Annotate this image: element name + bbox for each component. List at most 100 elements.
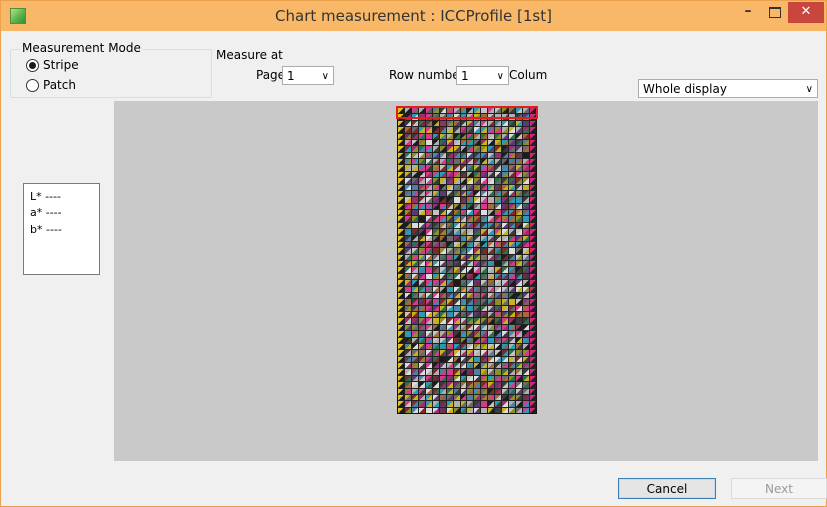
chart-patch [516, 331, 523, 337]
chart-patch [404, 286, 411, 292]
chart-patch [460, 375, 467, 382]
title-bar[interactable]: Chart measurement : ICCProfile [1st] – ✕ [1, 1, 826, 31]
chart-patch [474, 343, 481, 350]
page-select[interactable]: 1 ∨ [282, 66, 334, 85]
chart-patch [474, 394, 481, 401]
chart-patch [495, 356, 502, 362]
chart-patch [509, 159, 516, 165]
chart-patch [439, 375, 446, 382]
chart-patch [488, 210, 495, 216]
chart-patch [432, 312, 439, 318]
display-select[interactable]: Whole display ∨ [638, 79, 818, 98]
chart-patch [453, 152, 460, 158]
row-number-select[interactable]: 1 ∨ [456, 66, 509, 85]
chart-patch [411, 120, 418, 127]
chart-patch [488, 318, 495, 324]
chart-patch [432, 127, 439, 133]
chart-patch [474, 159, 481, 165]
chart-patch [474, 388, 481, 394]
chart-patch [398, 267, 404, 273]
chart-patch [530, 382, 536, 388]
chart-patch [467, 382, 474, 388]
chart-patch [481, 363, 488, 369]
chart-patch [418, 159, 425, 165]
chart-patch [488, 394, 495, 401]
chart-patch [516, 382, 523, 388]
maximize-button[interactable] [761, 2, 787, 23]
chart-patch [474, 280, 481, 286]
chart-patch [481, 159, 488, 165]
chart-patch [474, 363, 481, 369]
chart-patch [411, 210, 418, 216]
chart-patch [488, 337, 495, 343]
next-button[interactable]: Next [731, 478, 827, 499]
chart-patch [460, 210, 467, 216]
radio-patch[interactable]: Patch [26, 78, 76, 92]
chart-patch [530, 363, 536, 369]
chart-patch [411, 178, 418, 184]
chart-patch [404, 210, 411, 216]
radio-stripe[interactable]: Stripe [26, 58, 79, 72]
row-number-label: Row number [389, 68, 465, 82]
chart-patch [488, 382, 495, 388]
radio-stripe-indicator[interactable] [26, 58, 39, 72]
chart-patch [460, 331, 467, 337]
chart-patch [495, 305, 502, 311]
chart-patch [509, 375, 516, 382]
close-button[interactable]: ✕ [788, 2, 824, 23]
chart-preview-panel[interactable] [114, 101, 818, 461]
chart-patch [439, 273, 446, 280]
chart-patch [488, 286, 495, 292]
chart-patch [523, 190, 530, 197]
chart-patch [404, 401, 411, 407]
chart-patch [488, 324, 495, 331]
chart-patch [432, 388, 439, 394]
chart-patch [481, 407, 488, 413]
chart-patch [404, 273, 411, 280]
chart-patch [446, 318, 453, 324]
chart-patch [432, 382, 439, 388]
chart-patch [523, 184, 530, 190]
chart-patch [509, 178, 516, 184]
chart-patch [530, 210, 536, 216]
minimize-button[interactable]: – [735, 2, 761, 23]
chart-patch [502, 210, 509, 216]
chart-patch [481, 356, 488, 362]
chart-patch [509, 222, 516, 229]
chart-patch [502, 216, 509, 222]
chart-patch [439, 120, 446, 127]
chart-patch [523, 312, 530, 318]
chart-patch [516, 127, 523, 133]
cancel-button[interactable]: Cancel [618, 478, 716, 499]
chart-patch [523, 369, 530, 375]
chart-patch [398, 324, 404, 331]
chart-patch [481, 318, 488, 324]
chart-patch [453, 171, 460, 178]
chart-patch [481, 235, 488, 241]
chart-patch [432, 229, 439, 235]
chart-patch [481, 267, 488, 273]
chart-patch [446, 222, 453, 229]
chart-patch [474, 324, 481, 331]
chart-patch [502, 312, 509, 318]
color-chart-image[interactable] [397, 107, 537, 414]
chart-patch [398, 292, 404, 299]
chart-patch [439, 178, 446, 184]
radio-patch-indicator[interactable] [26, 78, 39, 92]
chart-patch [467, 350, 474, 356]
chart-patch [516, 343, 523, 350]
chart-patch [425, 254, 432, 260]
chart-patch [516, 133, 523, 139]
chart-patch [398, 382, 404, 388]
chart-patch [481, 139, 488, 146]
chart-patch [439, 394, 446, 401]
chart-patch [502, 369, 509, 375]
chart-patch [467, 292, 474, 299]
chart-patch [446, 146, 453, 152]
chart-patch [474, 216, 481, 222]
chart-patch [523, 152, 530, 158]
chart-patch [467, 337, 474, 343]
chart-patch [530, 375, 536, 382]
chart-patch [488, 388, 495, 394]
chart-patch [398, 165, 404, 171]
